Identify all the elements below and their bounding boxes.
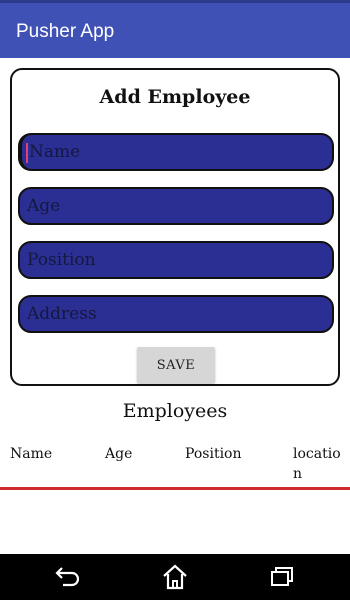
add-employee-card: Add Employee SAVE	[10, 68, 340, 386]
age-input[interactable]	[18, 187, 334, 225]
home-icon	[163, 564, 187, 590]
address-input[interactable]	[18, 295, 334, 333]
back-icon	[55, 567, 80, 587]
save-button[interactable]: SAVE	[137, 347, 215, 383]
column-header-location: location	[293, 446, 341, 482]
column-header-name: Name	[10, 446, 53, 462]
text-cursor	[26, 143, 28, 163]
form-title: Add Employee	[99, 86, 251, 108]
system-nav-bar	[0, 554, 350, 600]
column-header-age: Age	[105, 446, 133, 462]
name-input[interactable]	[18, 133, 334, 171]
app-title: Pusher App	[16, 21, 115, 42]
app-bar: Pusher App	[0, 0, 350, 58]
recent-apps-button[interactable]	[262, 562, 302, 592]
recent-apps-icon	[271, 567, 293, 586]
back-button[interactable]	[47, 562, 87, 592]
table-divider	[0, 487, 350, 490]
home-button[interactable]	[155, 562, 195, 592]
position-input[interactable]	[18, 241, 334, 279]
column-header-position: Position	[185, 446, 242, 462]
employees-title: Employees	[122, 400, 228, 422]
